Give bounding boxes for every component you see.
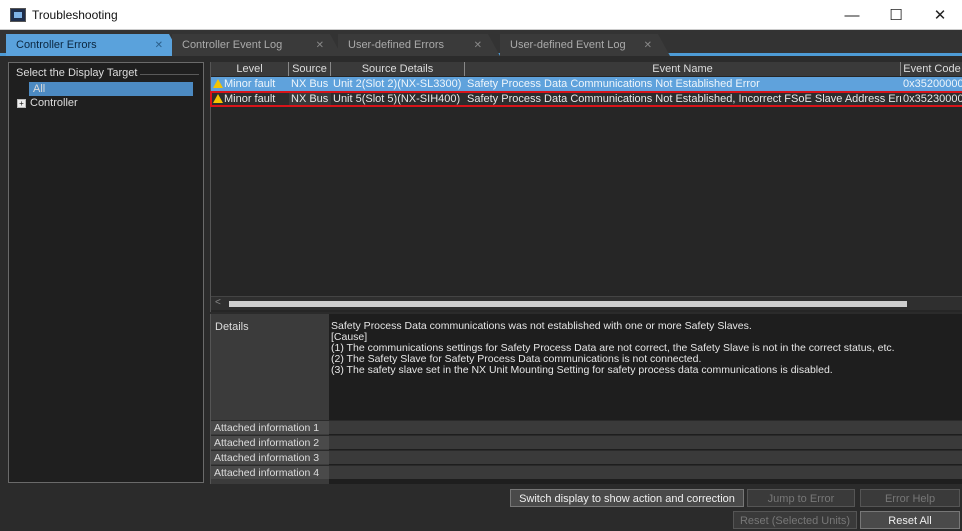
attached-info-row: Attached information 1: [211, 420, 962, 434]
source-details-cell: Unit 2(Slot 2)(NX-SL3300): [333, 78, 462, 90]
attached-info-row: Attached information 4: [211, 465, 962, 479]
minimize-button[interactable]: —: [830, 0, 874, 30]
details-label: Details: [215, 321, 249, 333]
warning-icon: [213, 94, 223, 103]
attached-info-row: Attached information 3: [211, 450, 962, 464]
tab-user-defined-event-log[interactable]: User-defined Event Log ✕: [500, 34, 670, 56]
display-target-legend: Select the Display Target: [13, 67, 141, 79]
error-help-button[interactable]: Error Help: [860, 489, 960, 507]
error-table: Level Source Source Details Event Name E…: [210, 62, 962, 312]
attached-info-label: Attached information 3: [211, 450, 329, 464]
tree-item-all[interactable]: All: [29, 82, 193, 96]
tab-close-icon[interactable]: ✕: [155, 40, 163, 51]
tree-item-controller[interactable]: + Controller: [17, 97, 78, 109]
level-cell: Minor fault: [211, 77, 289, 91]
details-text: Safety Process Data communications was n…: [331, 321, 961, 376]
tab-close-icon[interactable]: ✕: [644, 40, 652, 51]
attached-info-value: [329, 435, 962, 449]
level-text: Minor fault: [224, 93, 276, 105]
source-details-cell: Unit 5(Slot 5)(NX-SIH400): [333, 93, 461, 105]
attached-info-row: Attached information 2: [211, 435, 962, 449]
warning-icon: [213, 79, 223, 88]
attached-info-label: Attached information 1: [211, 420, 329, 434]
attached-info-value: [329, 420, 962, 434]
details-panel: Details Safety Process Data communicatio…: [210, 314, 962, 484]
table-row[interactable]: Minor fault NX Bus Unit 2(Slot 2)(NX-SL3…: [211, 77, 962, 91]
app-icon: [10, 7, 26, 22]
window-controls: — ☐ ✕: [830, 0, 962, 30]
attached-info-label: Attached information 4: [211, 465, 329, 479]
attached-info-value: [329, 465, 962, 479]
expand-plus-icon[interactable]: +: [17, 98, 26, 108]
event-code-cell: 0x35230000: [903, 93, 962, 105]
column-header-event-code[interactable]: Event Code: [901, 62, 962, 76]
level-cell: Minor fault: [211, 92, 289, 106]
reset-all-button[interactable]: Reset All: [860, 511, 960, 529]
tab-close-icon[interactable]: ✕: [474, 40, 482, 51]
attached-info-value: [329, 450, 962, 464]
level-text: Minor fault: [224, 78, 276, 90]
tree-item-label: Controller: [30, 97, 78, 109]
jump-to-error-button[interactable]: Jump to Error: [747, 489, 855, 507]
column-header-level[interactable]: Level: [211, 62, 289, 76]
details-line: Safety Process Data communications was n…: [331, 320, 752, 332]
column-header-source-details[interactable]: Source Details: [331, 62, 465, 76]
title-bar: Troubleshooting — ☐ ✕: [0, 0, 962, 30]
tab-controller-errors[interactable]: Controller Errors ✕: [6, 34, 181, 56]
details-line: (3) The safety slave set in the NX Unit …: [331, 364, 833, 376]
tab-label: Controller Event Log: [182, 39, 283, 51]
switch-display-button[interactable]: Switch display to show action and correc…: [510, 489, 744, 507]
column-header-event-name[interactable]: Event Name: [465, 62, 901, 76]
reset-selected-units-button[interactable]: Reset (Selected Units): [733, 511, 857, 529]
tab-user-defined-errors[interactable]: User-defined Errors ✕: [338, 34, 500, 56]
event-code-cell: 0x35200000: [903, 78, 962, 90]
tab-label: User-defined Errors: [348, 39, 444, 51]
horizontal-scrollbar[interactable]: <: [211, 296, 962, 310]
event-name-cell: Safety Process Data Communications Not E…: [467, 78, 760, 90]
source-cell: NX Bus: [291, 78, 329, 90]
source-cell: NX Bus: [289, 92, 331, 106]
window-title: Troubleshooting: [32, 7, 118, 22]
tab-label: User-defined Event Log: [510, 39, 626, 51]
table-header: Level Source Source Details Event Name E…: [211, 62, 962, 76]
tab-bar: Controller Errors ✕ Controller Event Log…: [0, 30, 962, 56]
display-target-panel: Select the Display Target All + Controll…: [8, 62, 204, 483]
tab-close-icon[interactable]: ✕: [316, 40, 324, 51]
scrollbar-thumb[interactable]: [229, 301, 907, 307]
attached-info-label: Attached information 2: [211, 435, 329, 449]
tab-label: Controller Errors: [16, 39, 97, 51]
event-name-cell: Safety Process Data Communications Not E…: [467, 93, 901, 105]
maximize-button[interactable]: ☐: [874, 0, 918, 30]
table-row[interactable]: Minor fault NX Bus Unit 5(Slot 5)(NX-SIH…: [210, 91, 962, 107]
column-header-source[interactable]: Source: [289, 62, 331, 76]
tab-controller-event-log[interactable]: Controller Event Log ✕: [172, 34, 342, 56]
scroll-left-icon[interactable]: <: [215, 297, 221, 308]
close-button[interactable]: ✕: [918, 0, 962, 30]
